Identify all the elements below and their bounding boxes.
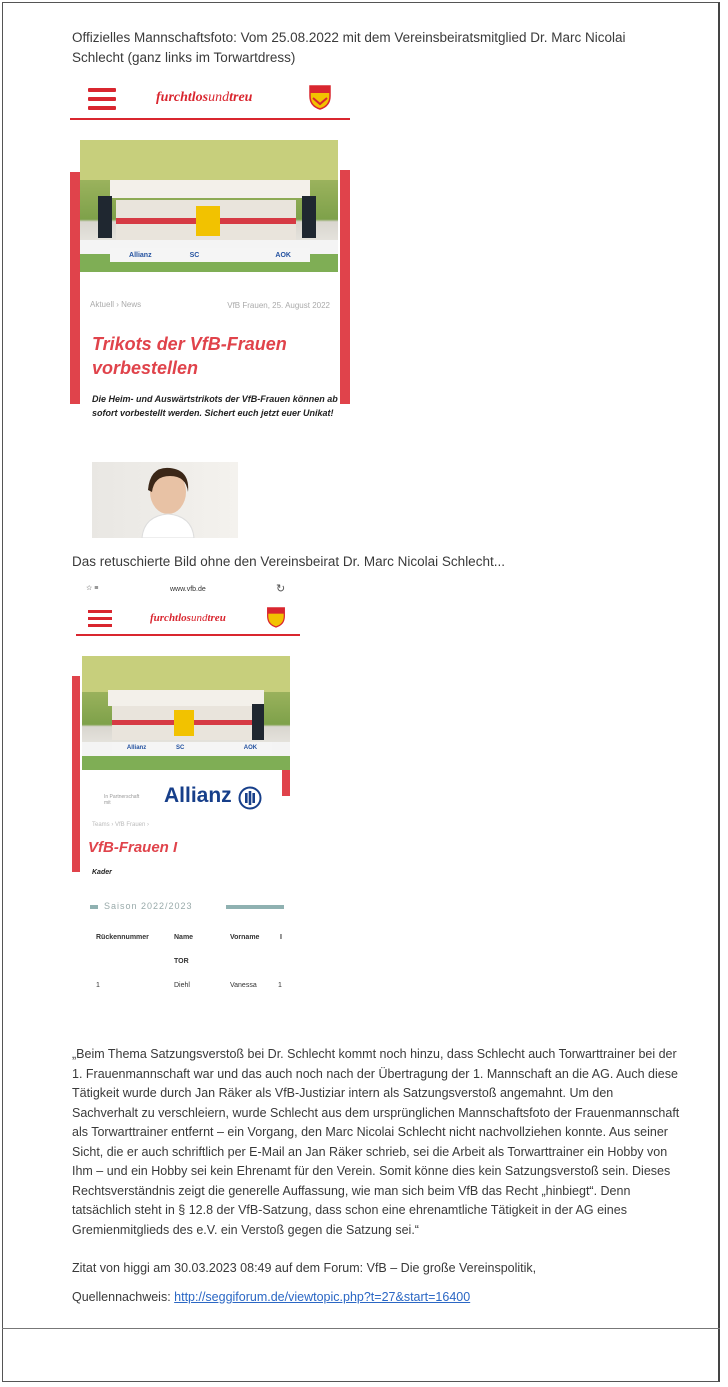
article-date: VfB Frauen, 25. August 2022	[227, 301, 330, 310]
table-header-name: Name	[174, 934, 194, 941]
red-accent-left-2	[72, 676, 80, 872]
caption-top: Offizielles Mannschaftsfoto: Vom 25.08.2…	[72, 30, 626, 65]
team-title: VfB-Frauen I	[88, 839, 178, 856]
header-divider	[70, 118, 350, 120]
vfb-crest-icon	[309, 85, 331, 110]
browser-url[interactable]: www.vfb.de	[170, 586, 206, 593]
sponsor-strip: Allianz SC AOK	[110, 248, 310, 262]
season-bar-right	[226, 905, 284, 909]
table-section-tor: TOR	[174, 958, 189, 965]
menu-icon[interactable]	[88, 88, 116, 110]
sponsor-strip-2: Allianz SC AOK	[112, 742, 272, 754]
partner-label: In Partnerschaft mit	[104, 794, 140, 806]
table-row-firstname: Vanessa	[230, 982, 257, 989]
reload-icon[interactable]: ↻	[276, 582, 285, 595]
allianz-wordmark: Allianz	[164, 784, 232, 807]
portrait-woman	[141, 467, 195, 538]
brand-logo: furchtlosundtreu	[156, 90, 253, 105]
forum-quote: „Beim Thema Satzungsverstoß bei Dr. Schl…	[72, 1047, 680, 1237]
season-bar-left	[90, 905, 98, 909]
table-row-number: 1	[96, 982, 100, 989]
season-label: Saison 2022/2023	[104, 901, 193, 911]
red-accent-right	[340, 170, 350, 404]
allianz-logo-icon	[238, 786, 262, 810]
red-accent-left	[70, 172, 80, 404]
article-title[interactable]: Trikots der VfB-Frauen vorbestellen	[92, 332, 322, 380]
browser-star-icon[interactable]: ☆ ≡	[86, 584, 98, 592]
header-divider-2	[76, 634, 300, 636]
article-breadcrumb[interactable]: Aktuell › News	[90, 300, 141, 309]
table-header-number: Rückennummer	[96, 934, 149, 941]
source-label: Quellennachweis:	[72, 1290, 171, 1304]
article-teaser: Die Heim- und Auswärtstrikots der VfB-Fr…	[92, 394, 338, 418]
kader-label: Kader	[92, 869, 112, 876]
menu-icon-2[interactable]	[88, 610, 112, 628]
vfb-crest-icon-2	[267, 607, 285, 628]
breadcrumb-2[interactable]: Teams › VfB Frauen ›	[92, 822, 149, 828]
source-line: Quellennachweis: http://seggiforum.de/vi…	[72, 1287, 470, 1307]
citation: Zitat von higgi am 30.03.2023 08:49 auf …	[72, 1261, 537, 1275]
screenshot-original: furchtlosundtreu Allianz SC AOK Aktuell …	[70, 78, 356, 442]
table-row-extra: 1	[278, 982, 282, 989]
source-link[interactable]: http://seggiforum.de/viewtopic.php?t=27&…	[174, 1290, 470, 1304]
table-header-firstname: Vorname	[230, 934, 260, 941]
app-bar: furchtlosundtreu	[70, 82, 356, 122]
portrait-image	[92, 462, 238, 538]
brand-logo-2: furchtlosundtreu	[150, 612, 226, 624]
bottom-divider	[2, 1328, 720, 1329]
table-row-name: Diehl	[174, 982, 190, 989]
caption-retouched: Das retuschierte Bild ohne den Vereinsbe…	[72, 554, 505, 569]
table-header-extra: I	[280, 934, 282, 941]
